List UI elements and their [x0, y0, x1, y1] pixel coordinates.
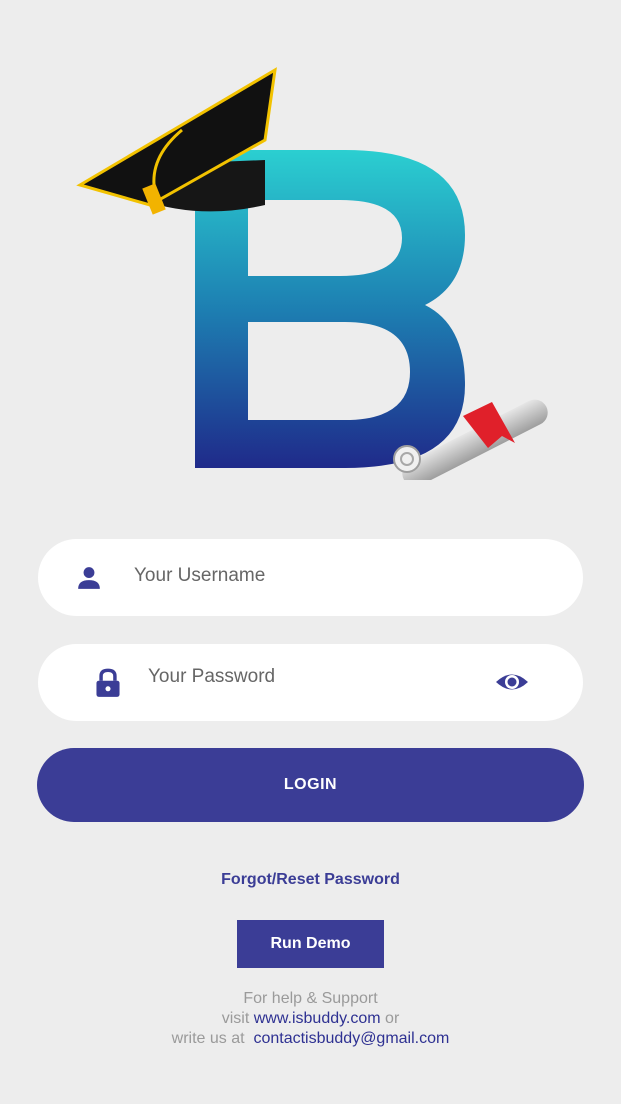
help-line-3: write us at contactisbuddy@gmail.com [0, 1029, 621, 1049]
or-text: or [385, 1010, 400, 1027]
password-field[interactable]: Your Password [38, 644, 583, 721]
visit-prefix: visit [221, 1010, 250, 1027]
eye-icon[interactable] [494, 670, 530, 694]
lock-icon [96, 668, 120, 697]
password-placeholder: Your Password [148, 666, 276, 687]
app-logo [76, 67, 548, 480]
username-placeholder: Your Username [134, 565, 266, 586]
graduation-cap-icon [76, 67, 277, 215]
help-section: For help & Support visit www.isbuddy.com… [0, 989, 621, 1049]
login-button[interactable]: LOGIN [37, 748, 584, 822]
run-demo-button[interactable]: Run Demo [237, 920, 384, 968]
help-line-1: For help & Support [243, 990, 378, 1007]
username-field[interactable]: Your Username [38, 539, 583, 616]
person-icon [78, 567, 100, 589]
forgot-password-link[interactable]: Forgot/Reset Password [0, 871, 621, 889]
email-link[interactable]: contactisbuddy@gmail.com [253, 1030, 449, 1047]
website-link[interactable]: www.isbuddy.com [254, 1010, 381, 1027]
help-line-2: visit www.isbuddy.com or [0, 1009, 621, 1029]
write-prefix: write us at [171, 1030, 245, 1047]
